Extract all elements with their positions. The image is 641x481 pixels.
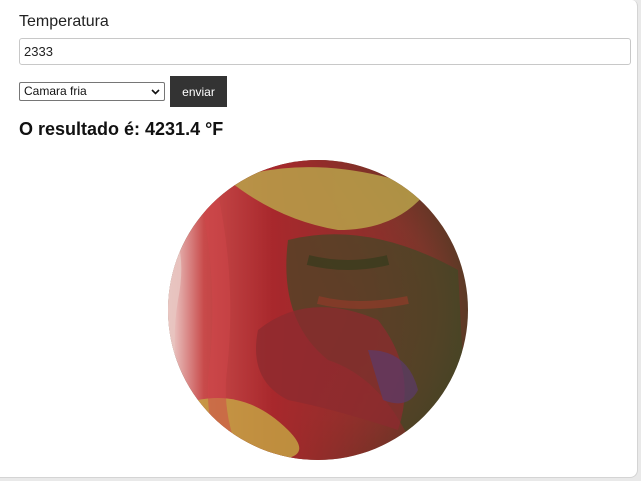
form-card: Temperatura Camara fria enviar O resulta…: [0, 0, 638, 478]
temperature-input[interactable]: [19, 38, 631, 65]
chevron-down-icon: [151, 89, 160, 95]
send-button[interactable]: enviar: [170, 76, 227, 107]
meat-photo: [168, 160, 468, 460]
temperature-label: Temperatura: [19, 13, 109, 30]
location-select[interactable]: Camara fria: [19, 82, 165, 101]
meat-photo-graphic: [168, 160, 468, 460]
result-text: O resultado é: 4231.4 °F: [19, 119, 224, 139]
location-select-value: Camara fria: [24, 84, 87, 98]
